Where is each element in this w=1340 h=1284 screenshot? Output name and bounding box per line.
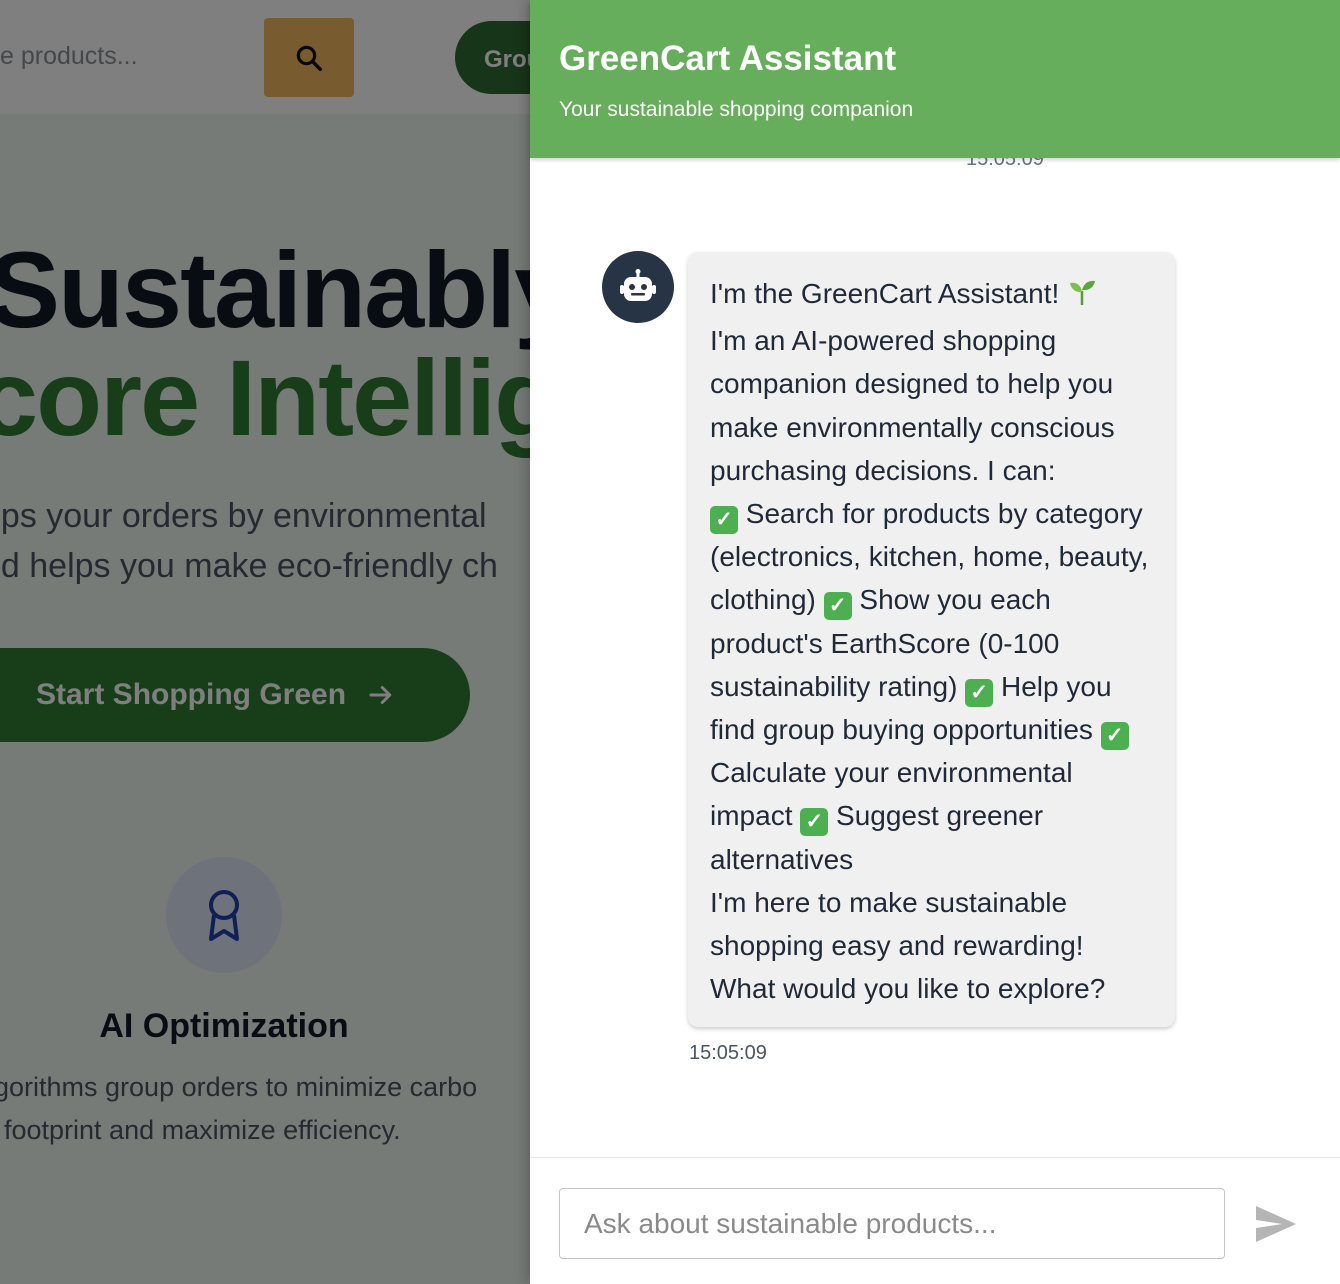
send-icon: [1256, 1206, 1296, 1242]
chat-subtitle: Your sustainable shopping companion: [559, 98, 914, 121]
check-mark-icon: ✓: [800, 808, 829, 837]
check-mark-icon: ✓: [1100, 722, 1129, 751]
message-body: I'm an AI-powered shopping companion des…: [710, 325, 1149, 875]
send-button[interactable]: [1246, 1196, 1306, 1252]
message-list[interactable]: 15:05:09 I'm the GreenCart Assistant! I'…: [530, 158, 1340, 1156]
check-mark-icon: ✓: [965, 678, 994, 707]
chat-message-input[interactable]: [559, 1188, 1225, 1259]
chat-header: GreenCart Assistant Your sustainable sho…: [530, 0, 1340, 158]
chat-input-area: [530, 1157, 1340, 1284]
seedling-icon: [1067, 276, 1097, 319]
check-mark-icon: ✓: [823, 592, 852, 621]
previous-message-timestamp: 15:05:09: [966, 158, 1044, 170]
check-mark-icon: ✓: [710, 506, 738, 535]
chat-title: GreenCart Assistant: [559, 39, 897, 78]
message-intro-line: I'm the GreenCart Assistant!: [710, 272, 1153, 319]
message-closing: I'm here to make sustainable shopping ea…: [710, 886, 1106, 1005]
chat-drawer: GreenCart Assistant Your sustainable sho…: [530, 0, 1340, 1284]
assistant-message-bubble: I'm the GreenCart Assistant! I'm an AI-p…: [688, 252, 1175, 1027]
robot-icon: [602, 251, 674, 323]
message-timestamp: 15:05:09: [689, 1042, 767, 1064]
